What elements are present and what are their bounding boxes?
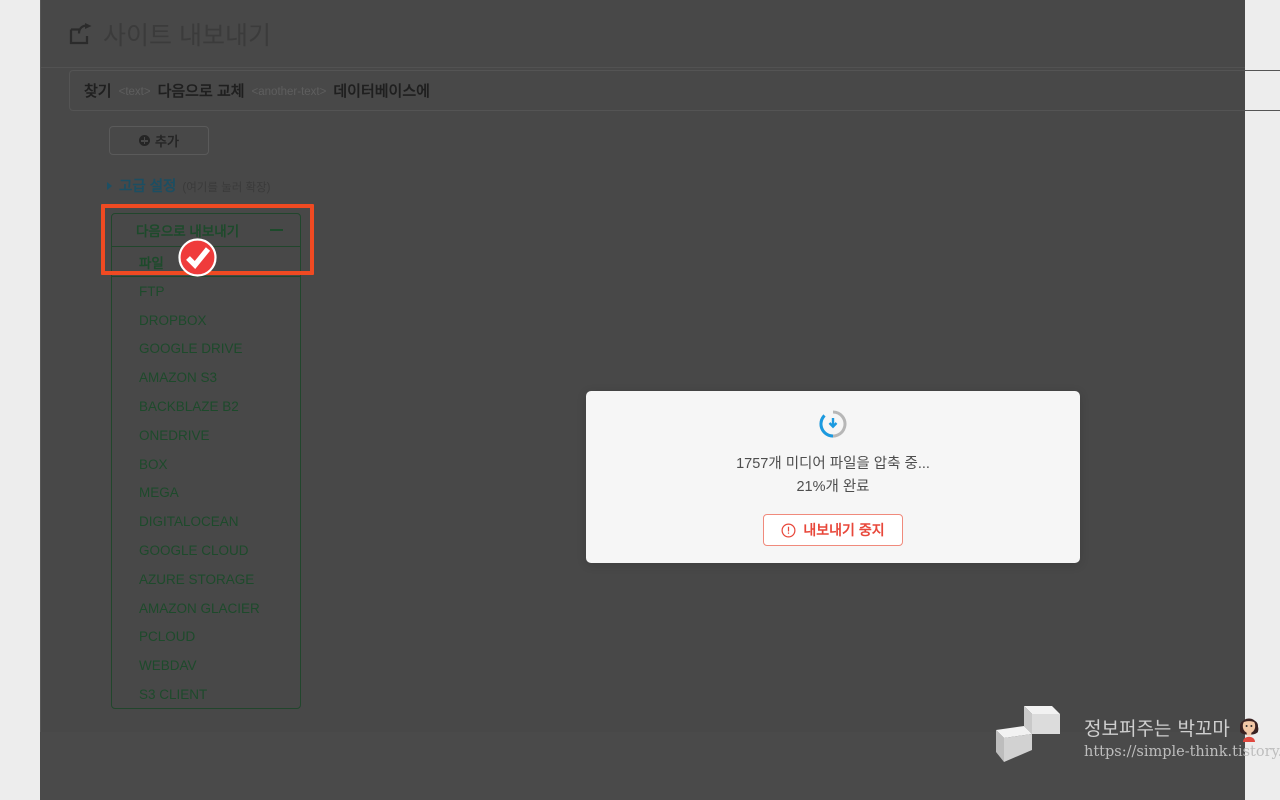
advanced-settings-label: 고급 설정 <box>119 179 177 195</box>
loading-spinner-icon <box>819 410 847 438</box>
destination-item[interactable]: S3 CLIENT <box>112 680 300 708</box>
export-progress-modal: 1757개 미디어 파일을 압축 중... 21%개 완료 내보내기 중지 <box>586 391 1080 563</box>
dimmed-page-overlay: 사이트 내보내기 찾기 <text> 다음으로 교체 <another-text… <box>40 0 1280 800</box>
destination-item[interactable]: DIGITALOCEAN <box>112 507 300 536</box>
modal-progress-message: 1757개 미디어 파일을 압축 중... <box>736 456 930 472</box>
scope-label: 데이터베이스에 <box>333 83 430 100</box>
replace-label: 다음으로 교체 <box>157 83 245 100</box>
destination-item[interactable]: MEGA <box>112 479 300 508</box>
destination-item[interactable]: BOX <box>112 450 300 479</box>
page-header: 사이트 내보내기 <box>41 0 1245 68</box>
destination-item[interactable]: 파일 <box>112 247 300 277</box>
destination-item[interactable]: AMAZON S3 <box>112 363 300 392</box>
plus-circle-icon <box>139 135 151 146</box>
replace-text-token[interactable]: <another-text> <box>252 86 327 98</box>
export-share-icon <box>69 22 92 44</box>
screenshot-root: 사이트 내보내기 찾기 <text> 다음으로 교체 <another-text… <box>0 0 1280 800</box>
export-destination-header-label: 다음으로 내보내기 <box>136 224 240 239</box>
stop-export-button-label: 내보내기 중지 <box>803 522 885 538</box>
stop-export-button[interactable]: 내보내기 중지 <box>763 514 903 546</box>
export-destination-items: 파일 FTP DROPBOX GOOGLE DRIVE AMAZON S3 BACKBLA… <box>112 247 300 708</box>
destination-item[interactable]: AZURE STORAGE <box>112 565 300 594</box>
destination-item[interactable]: BACKBLAZE B2 <box>112 392 300 421</box>
destination-item[interactable]: ONEDRIVE <box>112 421 300 450</box>
export-destination-list: 다음으로 내보내기 파일 FTP DROPBOX GOOGLE DRIVE AMAZON… <box>111 213 301 709</box>
page-title: 사이트 내보내기 <box>103 21 271 50</box>
add-button-label: 추가 <box>155 134 179 149</box>
advanced-settings-toggle[interactable]: 고급 설정 (여기를 눌러 확장) <box>107 175 271 196</box>
site-export-panel: 사이트 내보내기 찾기 <text> 다음으로 교체 <another-text… <box>40 0 1280 732</box>
destination-item[interactable]: GOOGLE DRIVE <box>112 335 300 364</box>
find-text-token[interactable]: <text> <box>119 86 151 98</box>
destination-item[interactable]: GOOGLE CLOUD <box>112 536 300 565</box>
exclamation-circle-icon <box>781 523 796 537</box>
destination-item[interactable]: FTP <box>112 277 300 306</box>
minus-icon[interactable] <box>270 228 283 232</box>
destination-item[interactable]: WEBDAV <box>112 651 300 680</box>
destination-item[interactable]: AMAZON GLACIER <box>112 594 300 623</box>
destination-item[interactable]: DROPBOX <box>112 306 300 335</box>
find-label: 찾기 <box>84 83 112 100</box>
find-replace-row[interactable]: 찾기 <text> 다음으로 교체 <another-text> 데이터베이스에 <box>69 70 1280 111</box>
caret-right-icon <box>107 182 112 190</box>
watermark-url: https://simple-think.tistory.com/ <box>1084 744 1280 760</box>
advanced-settings-hint: (여기를 눌러 확장) <box>182 182 271 194</box>
export-destination-header[interactable]: 다음으로 내보내기 <box>112 214 300 247</box>
destination-item[interactable]: PCLOUD <box>112 623 300 652</box>
modal-progress-percent: 21%개 완료 <box>796 479 870 495</box>
add-button[interactable]: 추가 <box>109 126 209 155</box>
